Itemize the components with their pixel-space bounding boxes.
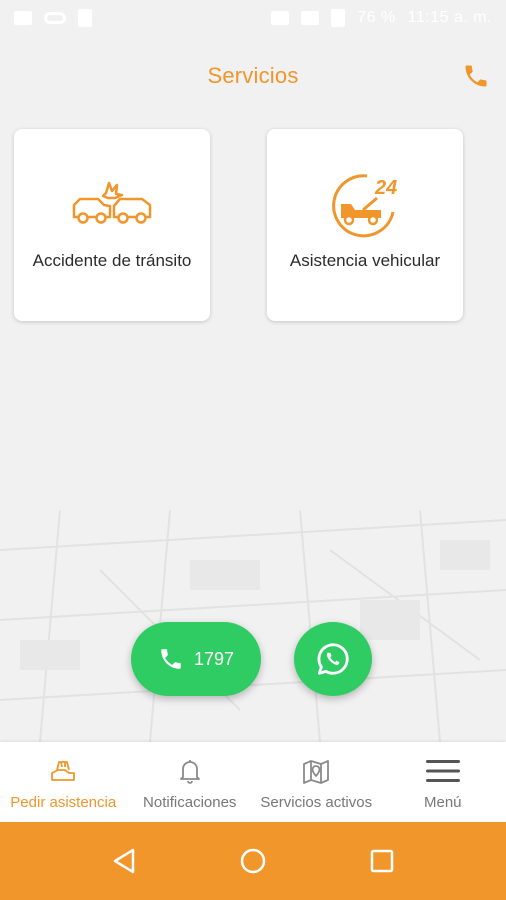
- service-card-accident[interactable]: Accidente de tránsito: [14, 129, 210, 321]
- back-icon[interactable]: [104, 841, 144, 881]
- service-card-vehicle-assistance[interactable]: 24 Asistencia vehicular: [267, 129, 463, 321]
- call-number: 1797: [193, 648, 235, 669]
- nav-label: Servicios activos: [260, 794, 373, 811]
- whatsapp-button[interactable]: [294, 622, 372, 696]
- bell-icon: [178, 756, 202, 786]
- vibrate-icon: [271, 11, 290, 25]
- nav-item-notificaciones[interactable]: Notificaciones: [127, 742, 254, 822]
- phone-icon[interactable]: [460, 60, 492, 92]
- car-crash-icon: [70, 169, 154, 239]
- status-left: [14, 9, 92, 27]
- whatsapp-icon: [314, 640, 352, 678]
- nav-item-servicios-activos[interactable]: Servicios activos: [253, 742, 380, 822]
- system-navigation-bar: [0, 822, 506, 900]
- recents-icon[interactable]: [362, 841, 402, 881]
- nav-label: Menú: [423, 794, 462, 811]
- hamburger-icon: [425, 756, 461, 786]
- nav-label: Pedir asistencia: [10, 794, 117, 811]
- home-icon[interactable]: [233, 841, 273, 881]
- image-notification-icon: [14, 11, 32, 25]
- status-bar: 76 % 11:15 a. m.: [0, 0, 506, 36]
- phone-icon: [158, 646, 184, 672]
- services-grid: Accidente de tránsito 24 Asistencia vehi…: [0, 129, 506, 324]
- nav-item-menu[interactable]: Menú: [380, 742, 506, 822]
- service-label: Accidente de tránsito: [32, 251, 192, 270]
- call-button[interactable]: 1797: [131, 622, 261, 696]
- nav-item-pedir-asistencia[interactable]: Pedir asistencia: [0, 742, 127, 822]
- status-right: 76 % 11:15 a. m.: [271, 9, 492, 27]
- service-label: Asistencia vehicular: [289, 251, 441, 270]
- battery-percent: 76 %: [357, 9, 396, 26]
- hand-car-icon: [49, 756, 77, 786]
- map-background: [0, 510, 506, 742]
- sd-card-icon: [78, 9, 92, 27]
- nav-label: Notificaciones: [143, 794, 237, 811]
- clock: 11:15 a. m.: [407, 9, 492, 26]
- bottom-navigation: Pedir asistencia Notificaciones Servicio…: [0, 742, 506, 822]
- tow-truck-24-icon: 24: [323, 169, 407, 239]
- app-header: Servicios: [0, 50, 506, 102]
- badge-24: 24: [374, 177, 397, 199]
- battery-icon: [331, 9, 346, 27]
- wifi-icon: [301, 11, 320, 25]
- page-title: Servicios: [207, 63, 299, 88]
- voicemail-icon: [44, 12, 66, 24]
- map-pin-icon: [302, 756, 330, 786]
